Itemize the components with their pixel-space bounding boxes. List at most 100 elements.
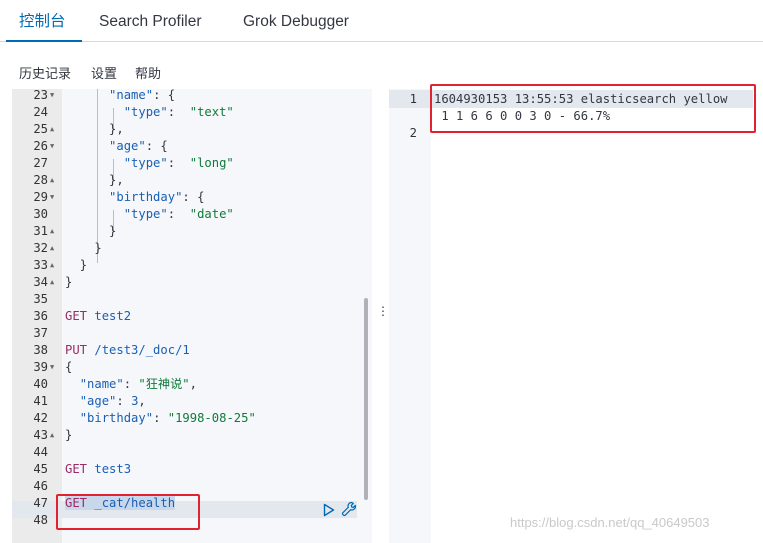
code-token: } [65, 275, 73, 289]
editor-scrollbar[interactable] [364, 298, 368, 500]
code-text: GET test3 [65, 461, 131, 478]
fold-collapse-icon[interactable]: ▼ [50, 87, 54, 104]
line-number: 37 [33, 326, 48, 340]
fold-end-icon[interactable]: ▲ [50, 223, 54, 240]
code-text: } [65, 223, 116, 240]
resize-handle-icon[interactable]: ⋮ [377, 304, 389, 318]
settings-menu[interactable]: 设置 [91, 63, 117, 82]
line-number: 35 [33, 292, 48, 306]
fold-collapse-icon[interactable]: ▼ [50, 189, 54, 206]
code-token: /test3/_doc/1 [94, 343, 190, 357]
output-highlight-box [430, 84, 756, 133]
code-token: , [138, 394, 146, 408]
code-token: : [167, 207, 190, 221]
code-text: "type": "date" [65, 206, 234, 223]
request-highlight-box [56, 494, 200, 530]
code-token: : [116, 394, 132, 408]
line-number: 31 [33, 224, 48, 238]
code-text: "name": "狂神说", [65, 376, 197, 393]
code-text: }, [65, 121, 124, 138]
code-text: "age": { [65, 138, 168, 155]
code-token: "type" [123, 207, 168, 221]
fold-end-icon[interactable]: ▲ [50, 240, 54, 257]
code-text: "birthday": { [65, 189, 204, 206]
line-number: 29 [33, 190, 48, 204]
code-token: test3 [94, 462, 132, 476]
code-text: } [65, 240, 101, 257]
tab-search-profiler[interactable]: Search Profiler [99, 0, 202, 41]
code-token: , [189, 377, 197, 391]
tab-grok-debugger[interactable]: Grok Debugger [243, 0, 349, 41]
code-token: } [65, 428, 73, 442]
tab-console[interactable]: 控制台 [19, 0, 66, 41]
fold-end-icon[interactable]: ▲ [50, 257, 54, 274]
line-number: 41 [33, 394, 48, 408]
line-number: 23 [33, 88, 48, 102]
code-token: "type" [123, 105, 168, 119]
history-menu[interactable]: 历史记录 [19, 63, 71, 82]
code-text: "type": "text" [65, 104, 234, 121]
code-token: }, [109, 122, 124, 136]
code-token: PUT [65, 343, 88, 357]
fold-end-icon[interactable]: ▲ [50, 427, 54, 444]
fold-collapse-icon[interactable]: ▼ [50, 359, 54, 376]
line-number: 26 [33, 139, 48, 153]
play-icon[interactable] [323, 502, 335, 521]
code-token: test2 [94, 309, 132, 323]
active-tab-indicator [6, 40, 82, 42]
line-number: 40 [33, 377, 48, 391]
line-number: 45 [33, 462, 48, 476]
code-text: } [65, 274, 72, 291]
line-number: 32 [33, 241, 48, 255]
output-line-number: 1 [409, 92, 417, 106]
fold-collapse-icon[interactable]: ▼ [50, 138, 54, 155]
fold-end-icon[interactable]: ▲ [50, 121, 54, 138]
code-text: "birthday": "1998-08-25" [65, 410, 256, 427]
code-text: } [65, 427, 72, 444]
line-number: 34 [33, 275, 48, 289]
code-token: GET [65, 462, 88, 476]
code-token: "text" [189, 105, 234, 119]
code-token: } [79, 258, 88, 272]
code-text: PUT /test3/_doc/1 [65, 342, 190, 359]
fold-end-icon[interactable]: ▲ [50, 172, 54, 189]
code-token: "date" [189, 207, 234, 221]
code-token: "long" [189, 156, 234, 170]
line-number: 24 [33, 105, 48, 119]
help-menu[interactable]: 帮助 [135, 63, 161, 82]
code-token: : [167, 105, 190, 119]
code-text: "name": { [65, 87, 175, 104]
line-number: 48 [33, 513, 48, 527]
line-number: 36 [33, 309, 48, 323]
code-token: } [109, 224, 117, 238]
code-token: : [167, 156, 190, 170]
code-text: "age": 3, [65, 393, 146, 410]
tab-bar: 控制台 Search Profiler Grok Debugger [0, 0, 763, 42]
code-token: { [65, 360, 73, 374]
line-number: 39 [33, 360, 48, 374]
code-token: "age" [79, 394, 117, 408]
output-gutter [389, 89, 431, 543]
code-token: "age" [109, 139, 146, 153]
line-number: 33 [33, 258, 48, 272]
line-number: 30 [33, 207, 48, 221]
code-token: }, [109, 173, 124, 187]
line-number: 25 [33, 122, 48, 136]
code-token: "type" [123, 156, 168, 170]
code-token: "1998-08-25" [167, 411, 256, 425]
code-token: "birthday" [109, 190, 183, 204]
watermark: https://blog.csdn.net/qq_40649503 [510, 515, 710, 530]
code-token: : [153, 411, 168, 425]
wrench-icon[interactable] [341, 501, 357, 521]
code-token: "name" [79, 377, 124, 391]
line-number: 38 [33, 343, 48, 357]
code-token: GET [65, 309, 88, 323]
fold-end-icon[interactable]: ▲ [50, 274, 54, 291]
code-text: { [65, 359, 72, 376]
code-text: "type": "long" [65, 155, 234, 172]
line-number: 42 [33, 411, 48, 425]
code-text: }, [65, 172, 124, 189]
line-number: 28 [33, 173, 48, 187]
code-token: : { [182, 190, 205, 204]
line-number: 44 [33, 445, 48, 459]
